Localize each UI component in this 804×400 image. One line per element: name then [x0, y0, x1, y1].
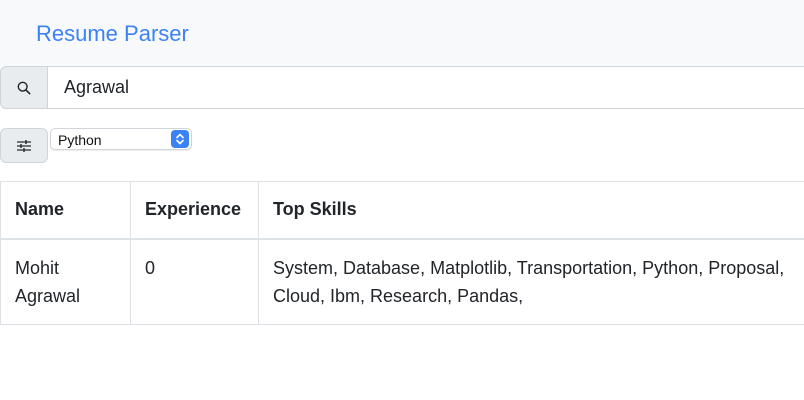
cell-name: Mohit Agrawal	[0, 238, 131, 325]
navbar: Resume Parser	[0, 0, 804, 66]
filter-button[interactable]	[0, 128, 48, 163]
search-group	[0, 66, 804, 110]
skills-line-2: Cloud, Ibm, Research, Pandas,	[273, 285, 524, 306]
results-table: Name Experience Top Skills Mohit Agrawal…	[0, 181, 804, 325]
select-arrows-icon	[171, 130, 189, 148]
search-input[interactable]	[48, 66, 804, 109]
search-icon	[17, 81, 31, 94]
sliders-icon	[17, 139, 31, 152]
search-addon	[0, 66, 48, 109]
filter-group: Python	[0, 124, 804, 164]
header-top-skills: Top Skills	[258, 181, 804, 240]
header-experience: Experience	[130, 181, 259, 240]
skill-filter-value: Python	[58, 132, 102, 148]
name-last: Agrawal	[15, 285, 81, 306]
cell-experience: 0	[130, 238, 259, 325]
cell-top-skills: System, Database, Matplotlib, Transporta…	[258, 238, 804, 325]
header-name: Name	[0, 181, 131, 240]
name-first: Mohit	[15, 257, 60, 278]
brand-title[interactable]: Resume Parser	[36, 20, 189, 48]
skill-filter-select[interactable]: Python	[50, 128, 192, 150]
skills-line-1: System, Database, Matplotlib, Transporta…	[273, 257, 785, 278]
table-header-row: Name Experience Top Skills	[0, 181, 804, 240]
table-row: Mohit Agrawal 0 System, Database, Matplo…	[0, 238, 804, 325]
